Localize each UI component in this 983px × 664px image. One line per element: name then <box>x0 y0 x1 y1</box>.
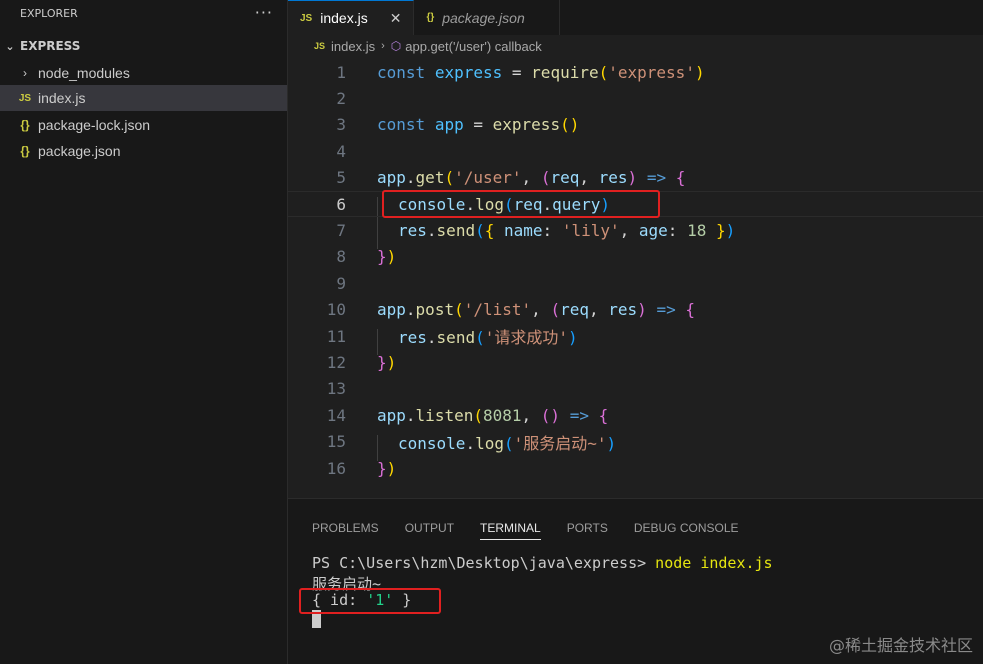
chevron-right-icon: › <box>381 40 385 52</box>
line-number: 8 <box>336 247 346 267</box>
line-number: 15 <box>326 432 346 452</box>
line-code: }) <box>377 458 397 478</box>
tree-item-package-json[interactable]: {} package.json <box>0 138 287 164</box>
code-line: 10 app.post('/list', (req, res) => { <box>288 297 983 323</box>
tab-terminal[interactable]: TERMINAL <box>480 521 541 540</box>
line-number: 5 <box>336 168 346 188</box>
line-number: 12 <box>326 353 346 373</box>
tree-item-label: node_modules <box>38 65 130 81</box>
tab-problems[interactable]: PROBLEMS <box>312 521 379 539</box>
tab-output[interactable]: OUTPUT <box>405 521 454 539</box>
code-line: 9 <box>288 270 983 296</box>
code-line: 3 const app = express() <box>288 112 983 138</box>
line-number: 13 <box>326 379 346 399</box>
watermark: @稀土掘金技术社区 <box>828 636 973 655</box>
line-code: const express = require('express') <box>377 62 705 82</box>
tab-index-js[interactable]: JS index.js ✕ <box>288 0 415 35</box>
more-actions-button[interactable]: ··· <box>255 5 273 21</box>
line-number: 9 <box>336 273 346 293</box>
line-number: 11 <box>326 326 346 346</box>
explorer-header: EXPLORER ··· <box>0 0 287 26</box>
breadcrumb-file[interactable]: index.js <box>331 39 375 54</box>
tab-ports[interactable]: PORTS <box>567 521 608 539</box>
line-code: res.send('请求成功') <box>398 328 578 348</box>
terminal-line: PS C:\Users\hzm\Desktop\java\express> no… <box>312 554 773 573</box>
line-number: 10 <box>326 300 346 320</box>
code-line: 4 <box>288 138 983 164</box>
line-code: res.send({ name: 'lily', age: 18 }) <box>398 221 736 241</box>
line-number: 6 <box>336 194 346 214</box>
js-file-icon: JS <box>300 12 313 24</box>
line-code: app.post('/list', (req, res) => { <box>377 300 695 320</box>
code-line: 13 <box>288 376 983 402</box>
code-editor[interactable]: 1 const express = require('express') 2 3… <box>288 59 983 487</box>
chevron-right-icon: › <box>23 66 27 80</box>
tab-label: index.js <box>320 10 368 26</box>
code-line: 1 const express = require('express') <box>288 59 983 85</box>
code-line: 15 console.log('服务启动~') <box>288 429 983 455</box>
function-icon: ⬡ <box>390 39 402 53</box>
line-number: 4 <box>336 141 346 161</box>
line-number: 14 <box>326 405 346 425</box>
line-code: }) <box>377 353 397 373</box>
breadcrumb: JS index.js › ⬡ app.get('/user') callbac… <box>288 35 983 57</box>
highlight-annotation-box <box>299 588 441 614</box>
explorer-sidebar: EXPLORER ··· ⌄ EXPRESS › node_modules JS… <box>0 0 288 664</box>
code-line: 12 }) <box>288 349 983 375</box>
json-file-icon: {} <box>20 144 30 158</box>
folder-express[interactable]: ⌄ EXPRESS <box>0 35 287 57</box>
line-code: console.log('服务启动~') <box>398 433 617 453</box>
tree-item-label: index.js <box>38 90 86 106</box>
code-line: 2 <box>288 85 983 111</box>
highlight-annotation-box <box>382 190 660 218</box>
js-file-icon: JS <box>18 92 32 104</box>
chevron-down-icon: ⌄ <box>5 39 15 53</box>
code-line: 11 res.send('请求成功') <box>288 323 983 349</box>
line-code: }) <box>377 247 397 267</box>
code-line: 8 }) <box>288 244 983 270</box>
editor-tabs: JS index.js ✕ {} package.json <box>288 0 983 35</box>
js-file-icon: JS <box>314 41 326 51</box>
breadcrumb-symbol[interactable]: app.get('/user') callback <box>405 39 541 54</box>
tree-item-label: package.json <box>38 143 121 159</box>
line-code: app.listen(8081, () => { <box>377 405 609 425</box>
code-line: 5 app.get('/user', (req, res) => { <box>288 165 983 191</box>
line-number: 1 <box>336 62 346 82</box>
code-line: 14 app.listen(8081, () => { <box>288 402 983 428</box>
line-number: 2 <box>336 89 346 109</box>
code-line: 7 res.send({ name: 'lily', age: 18 }) <box>288 217 983 243</box>
tree-item-index-js[interactable]: JS index.js <box>0 85 287 111</box>
line-number: 7 <box>336 221 346 241</box>
line-code: app.get('/user', (req, res) => { <box>377 168 686 188</box>
tab-package-json[interactable]: {} package.json <box>414 0 560 35</box>
tree-item-node-modules[interactable]: › node_modules <box>0 60 287 86</box>
line-number: 3 <box>336 115 346 135</box>
code-line: 16 }) <box>288 455 983 481</box>
close-icon[interactable]: ✕ <box>390 10 402 27</box>
tree-item-package-lock-json[interactable]: {} package-lock.json <box>0 112 287 138</box>
tab-label: package.json <box>442 9 525 26</box>
terminal-command: node index.js <box>655 554 773 572</box>
line-code: const app = express() <box>377 115 580 135</box>
tree-item-label: package-lock.json <box>38 117 151 133</box>
json-file-icon: {} <box>426 12 435 23</box>
explorer-title: EXPLORER <box>20 6 78 20</box>
json-file-icon: {} <box>20 118 30 132</box>
folder-label: EXPRESS <box>20 39 81 53</box>
terminal-prompt: PS C:\Users\hzm\Desktop\java\express> <box>312 554 656 572</box>
tab-debug-console[interactable]: DEBUG CONSOLE <box>634 521 739 539</box>
panel-tabs: PROBLEMS OUTPUT TERMINAL PORTS DEBUG CON… <box>288 515 983 545</box>
line-number: 16 <box>326 458 346 478</box>
